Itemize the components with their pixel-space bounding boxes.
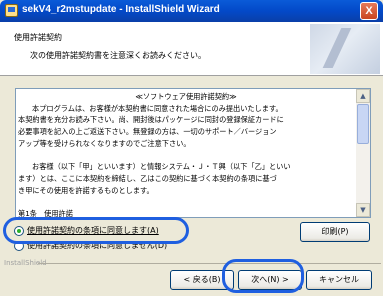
license-text: ≪ソフトウェア使用許諾契約≫ 本プログラムは、お客様が本契約書に同意された場合に… [18,91,354,218]
decline-label[interactable]: 使用許諾契約の条項に同意しません(D) [27,241,167,250]
license-line: アップ等を受けられなくなりますのでご注意下さい。 [18,138,191,148]
scroll-down-icon[interactable]: ▼ [356,203,370,217]
installer-icon [5,4,18,17]
back-button[interactable]: < 戻る(B) [170,270,234,290]
title-bar[interactable]: sekV4_r2mstupdate - InstallShield Wizard… [0,0,383,22]
license-scrollbar[interactable]: ▲ ▼ [356,89,370,217]
next-button[interactable]: 次へ(N) > [238,270,302,290]
decline-option[interactable]: 使用許諾契約の条項に同意しません(D) [14,240,167,254]
close-icon: X [365,5,373,17]
cancel-button[interactable]: キャンセル [306,270,372,290]
license-line: 必要事項を記入の上ご返送下さい。無登録の方は、一切のサポート／バージョン [18,127,277,137]
header-logo-graphic [310,24,380,74]
license-line: 本契約書を充分お読み下さい。尚、開封後はパッケージに同封の登録保証カードに [18,115,284,125]
scroll-thumb[interactable] [357,104,369,144]
license-line: ≪ソフトウェア使用許諾契約≫ [135,92,237,101]
wizard-header: 使用許諾契約 次の使用許諾契約書を注意深くお読みください。 [0,22,383,76]
license-line [18,196,354,208]
page-subtitle: 次の使用許諾契約書を注意深くお読みください。 [30,51,206,60]
accept-label[interactable]: 使用許諾契約の条項に同意します(A) [27,226,159,235]
license-line: ます）とは、ここに本契約を締結し、乙はこの契約に基づく本契約の条項に基づ [18,173,277,183]
license-line: お客様（以下「甲」といいます）と情報システム・Ｊ・Ｔ興（以下「乙」といい [32,162,291,172]
license-line: 第1条 使用許諾 [18,209,73,218]
accept-option[interactable]: 使用許諾契約の条項に同意します(A) [14,225,159,239]
page-title: 使用許諾契約 [14,33,62,42]
window-title: sekV4_r2mstupdate - InstallShield Wizard [22,4,220,15]
footer-divider [38,263,381,264]
accept-radio[interactable] [14,225,24,236]
license-line [18,150,354,162]
license-line: き甲にその使用を許諾するものとします。 [18,185,154,195]
installshield-wizard-window: sekV4_r2mstupdate - InstallShield Wizard… [0,0,383,296]
license-line: 本プログラムは、お客様が本契約書に同意された場合にのみ提出いたします。 [32,103,283,113]
print-button[interactable]: 印刷(P) [300,222,370,242]
decline-radio[interactable] [14,240,24,251]
close-button[interactable]: X [360,2,378,20]
scroll-up-icon[interactable]: ▲ [356,89,370,103]
license-textbox[interactable]: ≪ソフトウェア使用許諾契約≫ 本プログラムは、お客様が本契約書に同意された場合に… [15,88,371,218]
